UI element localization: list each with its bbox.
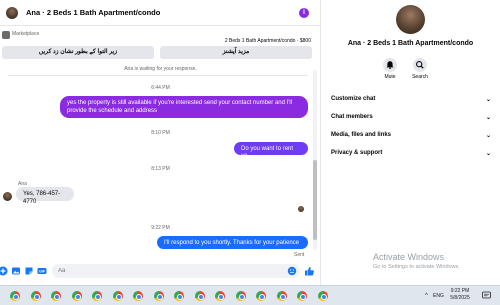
language-indicator[interactable]: ENG <box>433 293 444 299</box>
contact-avatar[interactable] <box>6 6 18 19</box>
gif-icon[interactable]: GIF <box>37 266 47 276</box>
chrome-icon[interactable] <box>276 291 287 301</box>
search-label: Search <box>412 74 428 80</box>
sticker-icon[interactable] <box>24 266 34 276</box>
clock-date: 5/8/2025 <box>450 295 470 301</box>
notification-icon[interactable] <box>482 291 491 302</box>
section-customize-chat[interactable]: Customize chat ⌄ <box>331 96 491 103</box>
section-label: Customize chat <box>331 96 376 102</box>
image-icon[interactable] <box>11 266 21 276</box>
scroll-thumb[interactable] <box>313 160 317 240</box>
mute-button[interactable]: Mute <box>375 58 405 80</box>
info-icon[interactable]: i <box>299 8 309 18</box>
outgoing-message[interactable]: yes the property is still available if y… <box>60 96 308 118</box>
seen-avatar <box>298 206 304 212</box>
chevron-down-icon: ⌄ <box>485 97 491 103</box>
section-label: Privacy & support <box>331 150 383 156</box>
timestamp: 6:44 PM <box>151 85 170 91</box>
chrome-icon[interactable] <box>153 291 164 301</box>
chrome-icon[interactable] <box>51 291 61 301</box>
incoming-message[interactable]: Yes, 786-457-4770 <box>16 187 74 205</box>
chrome-icon[interactable] <box>297 291 307 301</box>
chat-header: Ana · 2 Beds 1 Bath Apartment/condo i <box>0 0 321 26</box>
outgoing-message[interactable]: I'll respond to you shortly. Thanks for … <box>157 236 308 249</box>
chevron-down-icon: ⌄ <box>485 133 491 139</box>
chrome-icon[interactable] <box>174 291 184 301</box>
section-privacy-support[interactable]: Privacy & support ⌄ <box>331 150 491 157</box>
profile-avatar[interactable] <box>396 5 425 34</box>
listing-banner[interactable]: Marketplace 2 Beds 1 Bath Apartment/cond… <box>0 28 321 44</box>
clock[interactable]: 9:22 PM 5/8/2025 <box>446 288 474 302</box>
chrome-icon[interactable] <box>10 291 20 301</box>
chrome-icon[interactable] <box>92 291 102 301</box>
chat-title[interactable]: Ana · 2 Beds 1 Bath Apartment/condo <box>26 8 160 17</box>
section-label: Chat members <box>331 114 373 120</box>
mute-label: Mute <box>384 74 396 80</box>
chat-pane: Ana · 2 Beds 1 Bath Apartment/condo i Ma… <box>0 0 321 285</box>
taskbar: ^ ENG 9:22 PM 5/8/2025 <box>0 285 500 305</box>
chrome-icon[interactable] <box>194 291 205 301</box>
waiting-notice: Ana is waiting for your response. <box>124 66 197 72</box>
listing-detail: 2 Beds 1 Bath Apartment/condo · $800 <box>224 38 311 44</box>
emoji-icon[interactable] <box>287 266 297 276</box>
chrome-icon[interactable] <box>215 291 225 301</box>
chrome-icon[interactable] <box>317 291 328 301</box>
like-icon[interactable] <box>304 266 314 276</box>
clock-time: 9:22 PM <box>450 288 470 294</box>
message-input[interactable] <box>52 264 300 278</box>
sender-avatar[interactable] <box>3 192 12 201</box>
tray-chevron-icon[interactable]: ^ <box>425 293 428 299</box>
timestamp: 8:10 PM <box>151 130 170 136</box>
search-icon <box>413 58 427 72</box>
info-panel: Ana · 2 Beds 1 Bath Apartment/condo Mute… <box>321 0 500 285</box>
bell-icon <box>383 58 397 72</box>
activate-windows-subtitle: Go to Settings to activate Windows. <box>373 264 460 270</box>
scrollbar[interactable] <box>313 70 317 250</box>
delivery-status: Sent <box>294 252 305 258</box>
chrome-icon[interactable] <box>112 291 123 301</box>
composer: GIF <box>0 259 321 283</box>
listing-source: Marketplace <box>12 31 40 37</box>
chevron-down-icon: ⌄ <box>485 115 491 121</box>
more-options-button[interactable]: مزید آپشنز <box>160 46 312 59</box>
outgoing-message[interactable]: Do you want to rent it? <box>234 142 308 160</box>
svg-text:GIF: GIF <box>39 270 46 274</box>
chrome-icon[interactable] <box>71 291 82 301</box>
chrome-icon[interactable] <box>30 291 41 301</box>
plus-icon[interactable] <box>0 266 8 276</box>
timestamp: 9:22 PM <box>151 225 170 231</box>
chrome-icon[interactable] <box>133 291 143 301</box>
section-chat-members[interactable]: Chat members ⌄ <box>331 114 491 121</box>
chrome-icon[interactable] <box>256 291 266 301</box>
activate-windows-title: Activate Windows <box>373 252 445 262</box>
mark-pending-button[interactable]: زیر التوا کے بطور نشان زد کریں <box>2 46 154 59</box>
divider <box>8 75 308 76</box>
chrome-icon[interactable] <box>235 291 246 301</box>
search-button[interactable]: Search <box>405 58 435 80</box>
timestamp: 8:13 PM <box>151 166 170 172</box>
info-title: Ana · 2 Beds 1 Bath Apartment/condo <box>347 40 474 47</box>
section-media-files-links[interactable]: Media, files and links ⌄ <box>331 132 491 139</box>
listing-thumbnail <box>2 31 10 39</box>
section-label: Media, files and links <box>331 132 392 138</box>
chevron-down-icon: ⌄ <box>485 151 491 157</box>
